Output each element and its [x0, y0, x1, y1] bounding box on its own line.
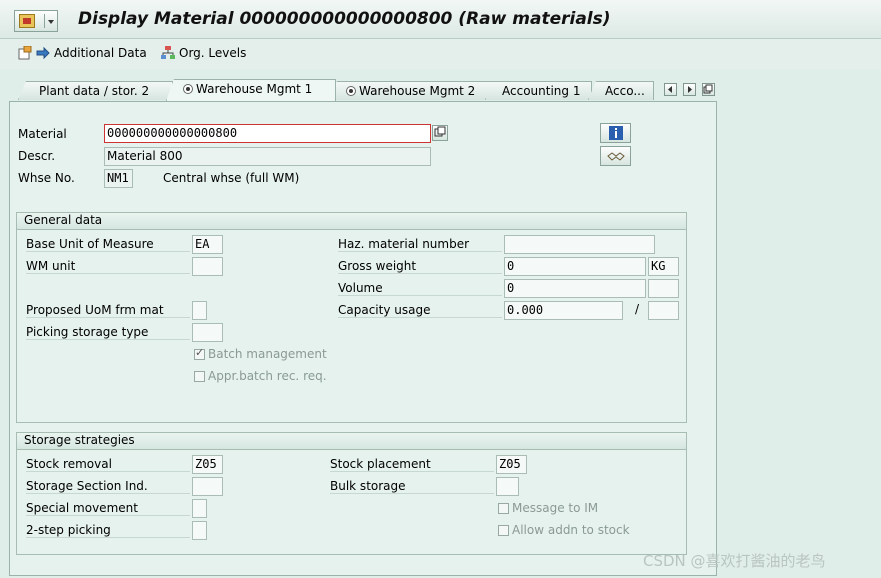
watermark: CSDN @喜欢打酱油的老鸟 [643, 552, 826, 570]
capacity-separator: / [635, 302, 640, 316]
arrow-right-icon [36, 46, 50, 60]
message-to-im-label: Message to IM [512, 501, 599, 515]
capacity-usage-label: Capacity usage [338, 303, 502, 318]
special-movement-label: Special movement [26, 501, 190, 516]
wm-unit-field[interactable] [192, 257, 223, 276]
two-step-picking-field[interactable] [192, 521, 207, 540]
material-field[interactable]: 000000000000000800 [104, 124, 431, 143]
org-levels-label: Org. Levels [179, 46, 247, 60]
info-button[interactable] [600, 123, 631, 143]
haz-material-field[interactable] [504, 235, 655, 254]
whse-no-field[interactable]: NM1 [104, 169, 133, 188]
stock-removal-field[interactable]: Z05 [192, 455, 223, 474]
stock-placement-field[interactable]: Z05 [496, 455, 527, 474]
special-movement-field[interactable] [192, 499, 207, 518]
checkbox-icon [194, 370, 205, 382]
system-menu-icon [19, 14, 35, 28]
storage-section-ind-field[interactable] [192, 477, 223, 496]
tab-warehouse-mgmt-1[interactable]: Warehouse Mgmt 1 [166, 79, 336, 101]
batch-management-checkbox[interactable]: Batch management [194, 346, 327, 361]
additional-data-button[interactable]: Additional Data [18, 45, 147, 60]
tab-scroll-right-button[interactable] [683, 83, 696, 96]
general-data-header: General data [17, 213, 686, 230]
weight-unit-field[interactable]: KG [648, 257, 679, 276]
tab-label: Acco... [605, 84, 645, 98]
dropdown-arrow-icon [44, 14, 57, 28]
page-title: Display Material 000000000000000800 (Raw… [78, 9, 611, 29]
volume-field[interactable]: 0 [504, 279, 646, 298]
bulk-storage-field[interactable] [496, 477, 519, 496]
stock-placement-label: Stock placement [330, 457, 494, 472]
org-structure-icon [161, 46, 175, 60]
system-menu-button[interactable] [14, 10, 58, 32]
allow-addn-checkbox[interactable]: Allow addn to stock [498, 523, 630, 537]
checkbox-checked-icon [194, 346, 205, 360]
volume-unit-field[interactable] [648, 279, 679, 298]
picking-storage-type-field[interactable] [192, 323, 223, 342]
tab-label: Plant data / stor. 2 [39, 84, 150, 98]
tab-scroll-left-button[interactable] [664, 83, 677, 96]
checkbox-icon [498, 524, 509, 536]
handshake-icon[interactable] [600, 146, 631, 166]
gross-weight-field[interactable]: 0 [504, 257, 646, 276]
base-uom-label: Base Unit of Measure [26, 237, 190, 252]
picking-storage-type-label: Picking storage type [26, 325, 190, 340]
allow-addn-label: Allow addn to stock [512, 523, 630, 537]
additional-data-label: Additional Data [54, 46, 147, 60]
tab-label: Warehouse Mgmt 2 [359, 84, 476, 98]
radio-icon [183, 84, 193, 94]
storage-strategies-header: Storage strategies [17, 433, 686, 450]
volume-label: Volume [338, 281, 502, 296]
radio-icon [346, 86, 356, 96]
title-bar: Display Material 000000000000000800 (Raw… [0, 0, 881, 39]
tab-plant-data-stor-2[interactable]: Plant data / stor. 2 [18, 81, 173, 100]
two-step-picking-label: 2-step picking [26, 523, 190, 538]
whse-no-label: Whse No. [18, 171, 75, 185]
tab-list-button[interactable] [702, 83, 715, 96]
haz-material-label: Haz. material number [338, 237, 502, 252]
material-label: Material [18, 127, 67, 141]
appr-batch-label: Appr.batch rec. req. [208, 369, 327, 383]
document-icon [18, 45, 32, 60]
base-uom-field[interactable]: EA [192, 235, 223, 254]
tab-strip: Plant data / stor. 2 Warehouse Mgmt 1 Wa… [0, 79, 881, 101]
whse-description: Central whse (full WM) [163, 171, 300, 185]
batch-management-label: Batch management [208, 347, 327, 361]
checkbox-icon [498, 502, 509, 514]
stock-removal-label: Stock removal [26, 457, 190, 472]
tab-accounting-1[interactable]: Accounting 1 [485, 81, 592, 100]
proposed-uom-label: Proposed UoM frm mat [26, 303, 190, 318]
capacity-unit-field[interactable] [648, 301, 679, 320]
gross-weight-label: Gross weight [338, 259, 502, 274]
appr-batch-checkbox[interactable]: Appr.batch rec. req. [194, 369, 327, 383]
application-toolbar: Additional Data Org. Levels [0, 39, 881, 69]
org-levels-button[interactable]: Org. Levels [161, 46, 246, 60]
wm-unit-label: WM unit [26, 259, 190, 274]
message-to-im-checkbox[interactable]: Message to IM [498, 501, 598, 515]
tab-label: Accounting 1 [502, 84, 581, 98]
tab-warehouse-mgmt-2[interactable]: Warehouse Mgmt 2 [329, 81, 494, 100]
storage-section-ind-label: Storage Section Ind. [26, 479, 190, 494]
copy-icon[interactable] [432, 125, 448, 141]
tab-accounting-2[interactable]: Acco... [588, 81, 654, 100]
tab-label: Warehouse Mgmt 1 [196, 82, 313, 96]
descr-label: Descr. [18, 149, 56, 163]
description-field[interactable]: Material 800 [104, 147, 431, 166]
proposed-uom-field[interactable] [192, 301, 207, 320]
bulk-storage-label: Bulk storage [330, 479, 494, 494]
capacity-usage-field[interactable]: 0.000 [504, 301, 623, 320]
